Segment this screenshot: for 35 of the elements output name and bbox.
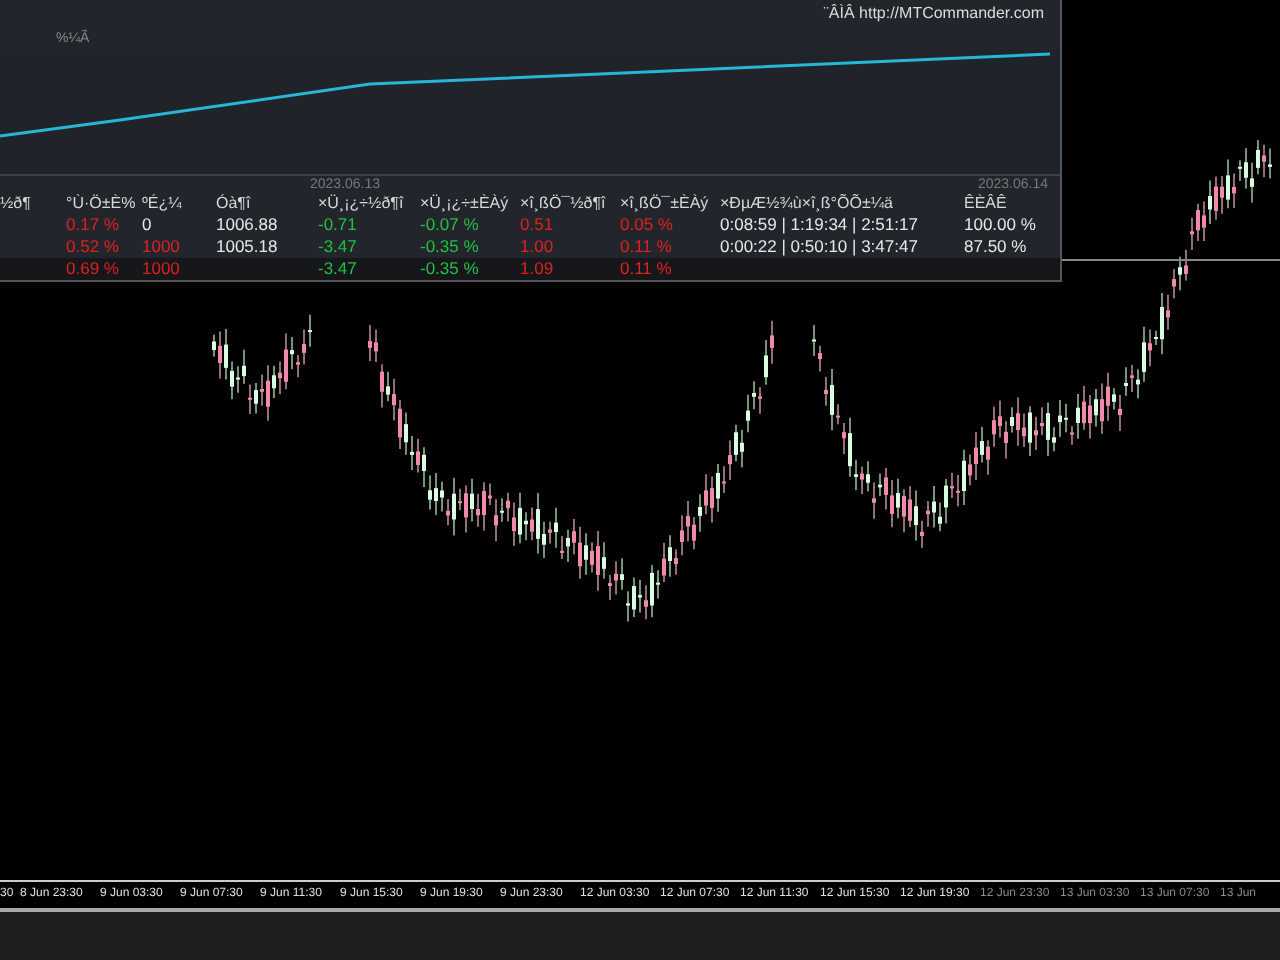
column-header: ×Ü¸¡¿÷½ð¶î xyxy=(318,192,406,214)
column-header: ×î¸ßÖ¯½ð¶î xyxy=(520,192,608,214)
table-cell: 0.69 % xyxy=(66,258,119,280)
column-header: ×ÐµÆ½¾ù×î¸ß°ÕÕ±¼ä xyxy=(720,192,895,214)
table-cell: 0.05 % xyxy=(620,214,673,236)
table-cell: 0:08:59 | 1:19:34 | 2:51:17 xyxy=(720,214,918,236)
table-cell: -0.35 % xyxy=(420,258,479,280)
table-cell: 87.50 % xyxy=(964,236,1027,258)
table-cell: -0.35 % xyxy=(420,236,479,258)
table-cell: -0.07 % xyxy=(420,214,479,236)
table-cell: 1005.18 xyxy=(216,236,278,258)
table-cell: -3.47 xyxy=(318,258,357,280)
column-header: ÊÈÂÊ xyxy=(964,192,1009,214)
table-cell: 0.11 % xyxy=(620,258,672,280)
column-header: ºÉ¿¼ xyxy=(142,192,184,214)
table-cell: 0.51 xyxy=(520,214,554,236)
table-cell: 1006.88 xyxy=(216,214,278,236)
table-cell: 1000 xyxy=(142,236,180,258)
table-cell: 0:00:22 | 0:50:10 | 3:47:47 xyxy=(720,236,918,258)
column-header: °Ù·Ö±È% xyxy=(66,192,138,214)
table-cell: 1.00 xyxy=(520,236,554,258)
table-cell: 1000 xyxy=(142,258,180,280)
column-header: Óà¶î xyxy=(216,192,253,214)
table-cell: -0.71 xyxy=(318,214,357,236)
table-cell: 0 xyxy=(142,214,152,236)
table-cell: 100.00 % xyxy=(964,214,1036,236)
column-header: ½ð¶ xyxy=(0,192,33,214)
table-cell: 0.11 % xyxy=(620,236,672,258)
table-cell: 0.52 % xyxy=(66,236,119,258)
table-cell: 1.09 xyxy=(520,258,554,280)
website-link[interactable]: ¨ÂÌÂ http://MTCommander.com xyxy=(823,4,1044,22)
column-header: ×Ü¸¡¿÷±ÈÀý xyxy=(420,192,511,214)
column-header: ×î¸ßÖ¯±ÈÀý xyxy=(620,192,711,214)
table-cell: -3.47 xyxy=(318,236,357,258)
table-cell: 0.17 % xyxy=(66,214,119,236)
